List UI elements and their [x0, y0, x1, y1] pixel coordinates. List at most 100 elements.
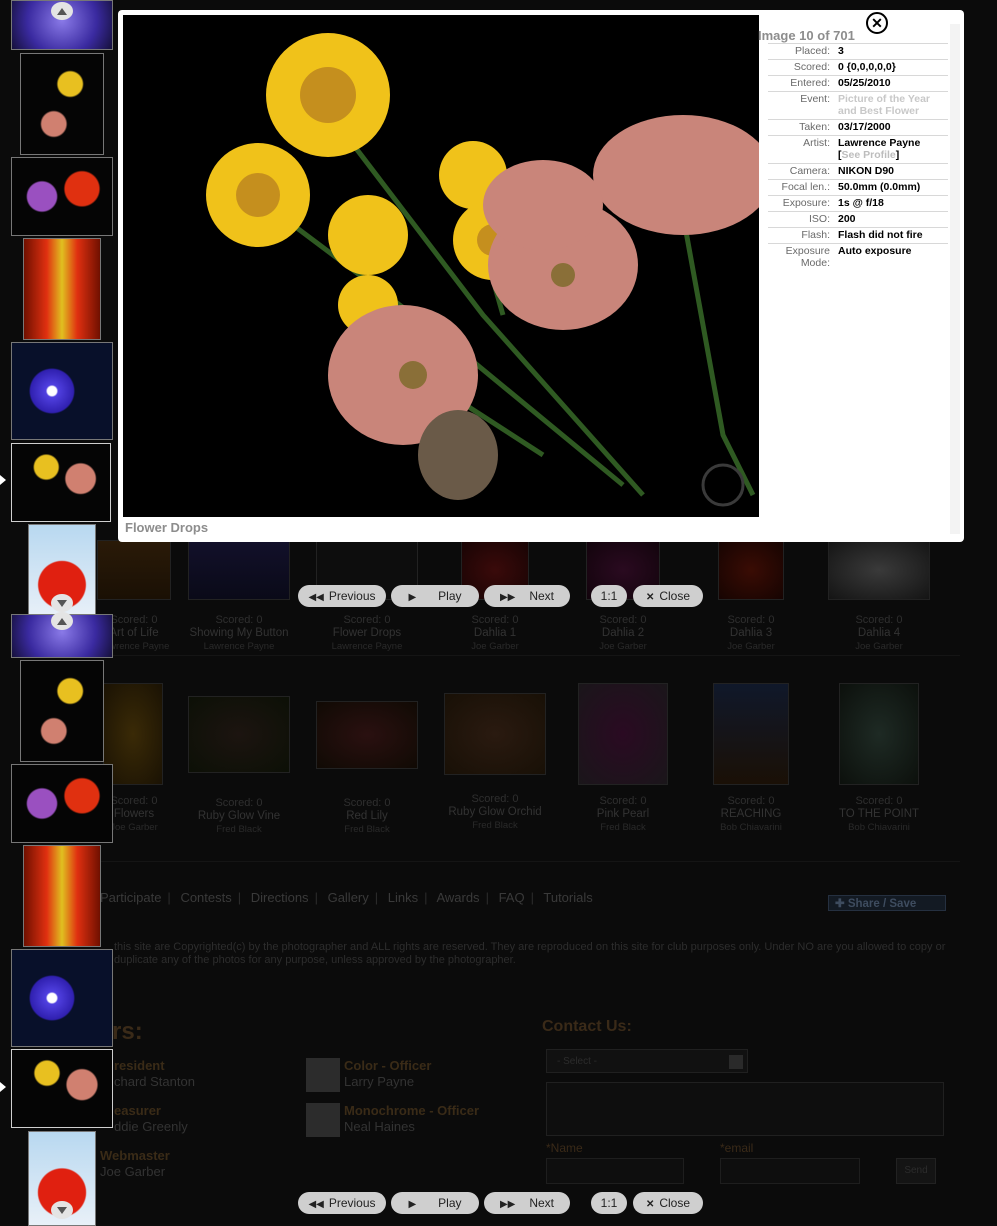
officer-entry: Webmaster Joe Garber — [100, 1148, 170, 1180]
nav-gallery[interactable]: Gallery — [328, 890, 369, 905]
previous-button[interactable]: ◀◀ Previous — [298, 1192, 386, 1214]
officer-role: resident — [114, 1058, 165, 1073]
message-textarea[interactable] — [546, 1082, 944, 1136]
officer-role: Monochrome - Officer — [344, 1103, 480, 1118]
avatar — [306, 1058, 340, 1092]
photo-author: Fred Black — [216, 824, 262, 835]
filmstrip-thumb[interactable] — [23, 845, 101, 947]
gallery-card: Scored: 0 Red Lily Fred Black — [308, 683, 426, 836]
photo-title: Showing My Button — [189, 627, 289, 639]
nav-contests[interactable]: Contests — [180, 890, 231, 905]
info-scrollbar[interactable] — [950, 24, 960, 534]
chevron-down-icon — [57, 1206, 67, 1214]
photo-title: Dahlia 2 — [601, 627, 645, 639]
nav-tutorials[interactable]: Tutorials — [543, 890, 592, 905]
email-field[interactable] — [720, 1158, 860, 1184]
nav-directions[interactable]: Directions — [251, 890, 309, 905]
gallery-thumb — [718, 540, 784, 600]
filmstrip-thumb[interactable] — [11, 157, 113, 236]
filmstrip-thumb[interactable] — [11, 342, 113, 440]
photo-author: Joe Garber — [855, 641, 903, 652]
info-row: Camera: NIKON D90 — [768, 163, 948, 179]
officer-name: Larry Payne — [344, 1074, 415, 1089]
officer-name: Neal Haines — [344, 1119, 415, 1134]
officer-role: Color - Officer — [344, 1058, 432, 1073]
score-text: Scored: 0 — [855, 795, 903, 807]
gallery-card: Scored: 0 REACHING Bob Chiavarini — [692, 683, 810, 834]
chevron-up-icon — [57, 617, 67, 625]
officer-name: chard Stanton — [114, 1074, 195, 1089]
photo-author: Bob Chiavarini — [720, 822, 782, 833]
gallery-card: Scored: 0 Pink Pearl Fred Black — [564, 683, 682, 834]
info-row: Placed: 3 — [768, 43, 948, 59]
filmstrip-thumb[interactable] — [11, 949, 113, 1047]
lightbox: Flower Drops Image 10 of 701 Placed: 3 Sc… — [118, 10, 964, 542]
share-save-button[interactable]: ✚ Share / Save — [828, 895, 946, 911]
score-text: Scored: 0 — [471, 793, 519, 805]
photo-title: Ruby Glow Orchid — [448, 806, 542, 818]
see-profile-link[interactable]: See Profile — [842, 149, 896, 161]
play-icon: ▶ — [408, 1199, 417, 1210]
name-field[interactable] — [546, 1158, 684, 1184]
gallery-card: Scored: 0 Dahlia 4 Joe Garber — [820, 540, 938, 653]
scroll-up-button[interactable] — [51, 612, 73, 630]
send-button[interactable]: Send — [896, 1158, 936, 1184]
gallery-thumb — [444, 693, 546, 775]
gallery-thumb — [839, 683, 919, 785]
filmstrip-thumb-selected[interactable] — [11, 1049, 113, 1128]
actual-size-button[interactable]: 1:1 — [591, 1192, 627, 1214]
rewind-icon: ◀◀ — [308, 1199, 324, 1210]
nav-awards[interactable]: Awards — [436, 890, 479, 905]
officers-heading: rs: — [112, 1018, 143, 1045]
play-button[interactable]: ▶ Play — [391, 1192, 479, 1214]
gallery-thumb — [97, 540, 171, 600]
filmstrip-thumb[interactable] — [11, 764, 113, 843]
info-row: Taken: 03/17/2000 — [768, 119, 948, 135]
info-row: Exposure: 1s @ f/18 — [768, 195, 948, 211]
gallery-thumb — [188, 540, 290, 600]
actual-size-button[interactable]: 1:1 — [591, 585, 627, 607]
contact-select[interactable]: - Select - — [546, 1049, 748, 1073]
flower-photo — [123, 15, 759, 517]
photo-author: Joe Garber — [471, 641, 519, 652]
next-button[interactable]: ▶▶ Next — [484, 1192, 570, 1214]
score-text: Scored: 0 — [215, 614, 263, 626]
close-button[interactable]: ✕ Close — [633, 585, 703, 607]
score-text: Scored: 0 — [343, 797, 391, 809]
scroll-down-button[interactable] — [51, 594, 73, 612]
score-text: Scored: 0 — [727, 614, 775, 626]
photo-title: Dahlia 4 — [857, 627, 901, 639]
filmstrip-thumb-selected[interactable] — [11, 443, 111, 522]
scroll-up-button[interactable] — [51, 2, 73, 20]
photo-title: TO THE POINT — [838, 808, 920, 820]
close-button[interactable]: ✕ Close — [633, 1192, 703, 1214]
score-text: Scored: 0 — [215, 797, 263, 809]
contact-heading: Contact Us: — [542, 1018, 632, 1035]
lightbox-close-button[interactable]: ✕ — [866, 12, 888, 34]
share-icon: ✚ — [835, 898, 848, 910]
scroll-down-button[interactable] — [51, 1201, 73, 1219]
score-text: Scored: 0 — [471, 614, 519, 626]
officer-entry: easurer ddie Greenly — [114, 1103, 188, 1135]
next-button[interactable]: ▶▶ Next — [484, 585, 570, 607]
image-counter: Image 10 of 701 — [758, 28, 855, 43]
filmstrip-thumb[interactable] — [20, 53, 104, 155]
photo-author: Fred Black — [472, 820, 518, 831]
filmstrip-thumb[interactable] — [23, 238, 101, 340]
previous-button[interactable]: ◀◀ Previous — [298, 585, 386, 607]
photo-caption: Flower Drops — [125, 520, 209, 535]
photo-author: Fred Black — [344, 824, 390, 835]
nav-faq[interactable]: FAQ — [499, 890, 525, 905]
nav-links[interactable]: Links — [388, 890, 418, 905]
officer-entry: resident chard Stanton — [114, 1058, 195, 1090]
photo-author: Joe Garber — [599, 641, 647, 652]
nav-participate[interactable]: Participate — [100, 890, 161, 905]
play-button[interactable]: ▶ Play — [391, 585, 479, 607]
close-icon: ✕ — [645, 592, 655, 603]
score-text: Scored: 0 — [855, 614, 903, 626]
rewind-icon: ◀◀ — [308, 592, 324, 603]
info-row: Entered: 05/25/2010 — [768, 75, 948, 91]
photo-title: Ruby Glow Vine — [197, 810, 281, 822]
filmstrip-thumb[interactable] — [20, 660, 104, 762]
photo-author: Fred Black — [600, 822, 646, 833]
